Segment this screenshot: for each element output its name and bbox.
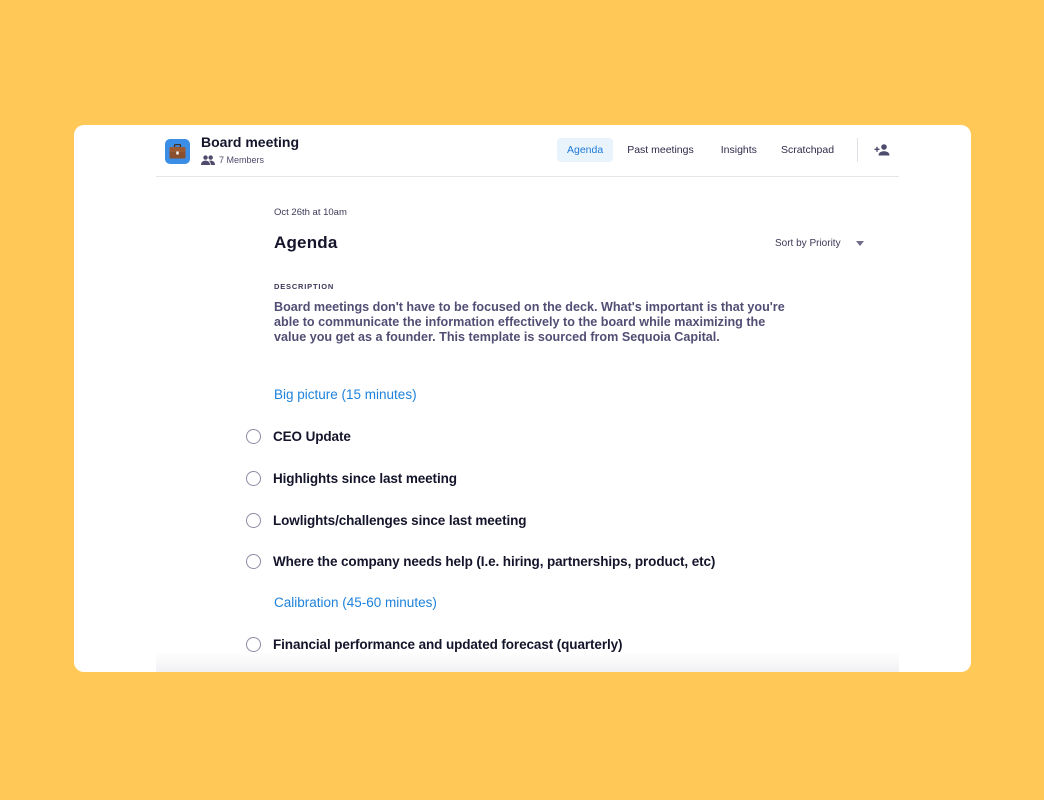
meeting-date: Oct 26th at 10am — [274, 207, 347, 218]
radio-unchecked-icon[interactable] — [246, 513, 261, 528]
sort-dropdown[interactable]: Sort by Priority — [775, 238, 864, 249]
page-title: Agenda — [274, 233, 338, 252]
section-big-picture[interactable]: Big picture (15 minutes) — [274, 387, 417, 402]
sort-selected-value: Sort by Priority — [775, 238, 841, 249]
section-calibration[interactable]: Calibration (45-60 minutes) — [274, 595, 437, 610]
agenda-item-label: CEO Update — [273, 429, 351, 444]
agenda-item-label: Highlights since last meeting — [273, 471, 457, 486]
tab-insights[interactable]: Insights — [711, 138, 767, 162]
meeting-card: Board meeting 7 Members Agenda Past meet… — [74, 125, 971, 672]
person-add-icon — [874, 144, 890, 156]
agenda-item[interactable]: Lowlights/challenges since last meeting — [246, 513, 527, 528]
agenda-item-label: Where the company needs help (I.e. hirin… — [273, 554, 716, 569]
people-icon — [201, 155, 215, 165]
members-count[interactable]: 7 Members — [201, 155, 264, 165]
scroll-fade — [156, 652, 899, 672]
caret-down-icon — [855, 241, 864, 246]
members-label: 7 Members — [219, 155, 265, 165]
header: Board meeting 7 Members Agenda Past meet… — [156, 125, 899, 177]
tab-agenda[interactable]: Agenda — [557, 138, 614, 162]
agenda-item[interactable]: Highlights since last meeting — [246, 471, 457, 486]
radio-unchecked-icon[interactable] — [246, 637, 261, 652]
tab-past-meetings[interactable]: Past meetings — [617, 138, 704, 162]
header-divider — [857, 138, 858, 162]
add-member-button[interactable] — [874, 142, 890, 158]
radio-unchecked-icon[interactable] — [246, 554, 261, 569]
agenda-item[interactable]: CEO Update — [246, 429, 351, 444]
agenda-item[interactable]: Where the company needs help (I.e. hirin… — [246, 554, 715, 569]
agenda-item-label: Lowlights/challenges since last meeting — [273, 513, 527, 528]
description-label: DESCRIPTION — [274, 282, 335, 291]
radio-unchecked-icon[interactable] — [246, 471, 261, 486]
tab-scratchpad[interactable]: Scratchpad — [771, 138, 844, 162]
briefcase-icon — [165, 139, 190, 164]
agenda-item-label: Financial performance and updated foreca… — [273, 637, 623, 652]
tab-bar: Agenda Past meetings Insights Scratchpad — [557, 138, 848, 162]
agenda-item[interactable]: Financial performance and updated foreca… — [246, 637, 623, 652]
description-text: Board meetings don't have to be focused … — [274, 300, 785, 344]
meeting-title: Board meeting — [201, 134, 300, 150]
radio-unchecked-icon[interactable] — [246, 429, 261, 444]
